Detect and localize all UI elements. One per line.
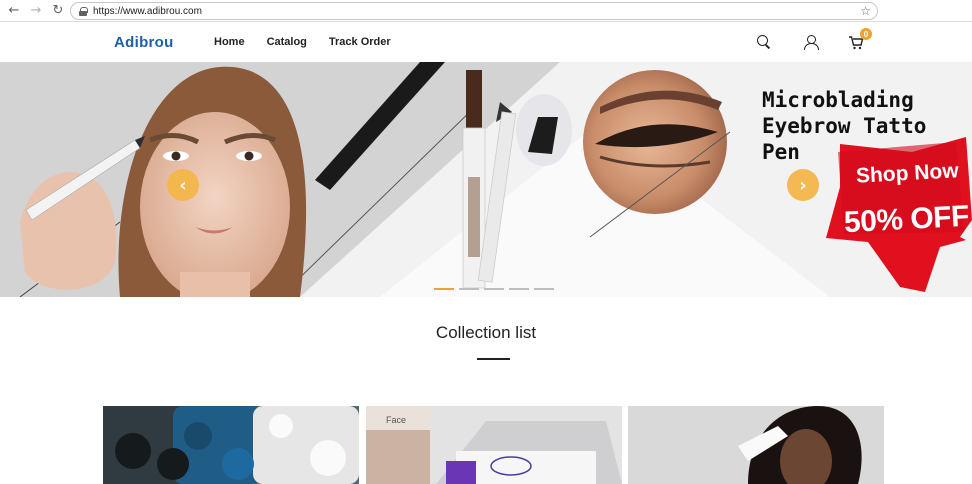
search-icon[interactable] [756, 34, 772, 50]
lock-icon [79, 6, 88, 16]
slider-dot[interactable] [534, 288, 554, 290]
chevron-right-icon: › [799, 174, 807, 196]
slider-dot[interactable] [459, 288, 479, 290]
hero-headline: Microblading Eyebrow Tatto Pen [762, 87, 926, 165]
url-text[interactable]: https://www.adibrou.com [93, 6, 202, 17]
slider-next-button[interactable]: › [787, 169, 819, 201]
menu-catalog[interactable]: Catalog [267, 36, 307, 48]
slider-dots [434, 288, 554, 290]
back-icon[interactable]: ← [6, 3, 22, 19]
slider-prev-button[interactable]: ‹ [167, 169, 199, 201]
promo-discount: 50% OFF [843, 199, 970, 240]
slider-dot[interactable] [484, 288, 504, 290]
collection-card-face[interactable]: Face [366, 406, 622, 484]
star-icon[interactable]: ☆ [860, 4, 871, 18]
slider-dot[interactable] [509, 288, 529, 290]
browser-toolbar: ← → ↻ https://www.adibrou.com ☆ [0, 0, 972, 22]
reload-icon[interactable]: ↻ [50, 3, 66, 19]
address-bar[interactable]: https://www.adibrou.com ☆ [70, 2, 878, 20]
main-menu: Home Catalog Track Order [214, 36, 391, 48]
collection-card-earbuds[interactable] [103, 406, 359, 484]
hero-headline-line2: Eyebrow Tatto [762, 114, 927, 138]
chevron-left-icon: ‹ [179, 174, 187, 196]
forward-icon[interactable]: → [28, 3, 44, 19]
collection-title: Collection list [435, 323, 537, 342]
cart-count-badge: 0 [860, 28, 872, 40]
site-logo[interactable]: Adibrou [114, 34, 174, 51]
slider-dot[interactable] [434, 288, 454, 290]
card-caption: Face [386, 415, 407, 425]
hero-headline-line1: Microblading [762, 88, 914, 112]
site-header: Adibrou Home Catalog Track Order 0 [0, 22, 972, 62]
menu-track-order[interactable]: Track Order [329, 36, 391, 48]
collection-card-hair[interactable] [628, 406, 884, 484]
title-divider [477, 358, 510, 360]
hero-headline-line3: Pen [762, 140, 800, 164]
menu-home[interactable]: Home [214, 36, 245, 48]
hero-banner[interactable]: Microblading Eyebrow Tatto Pen Shop Now … [0, 62, 972, 297]
user-icon[interactable] [803, 34, 819, 50]
